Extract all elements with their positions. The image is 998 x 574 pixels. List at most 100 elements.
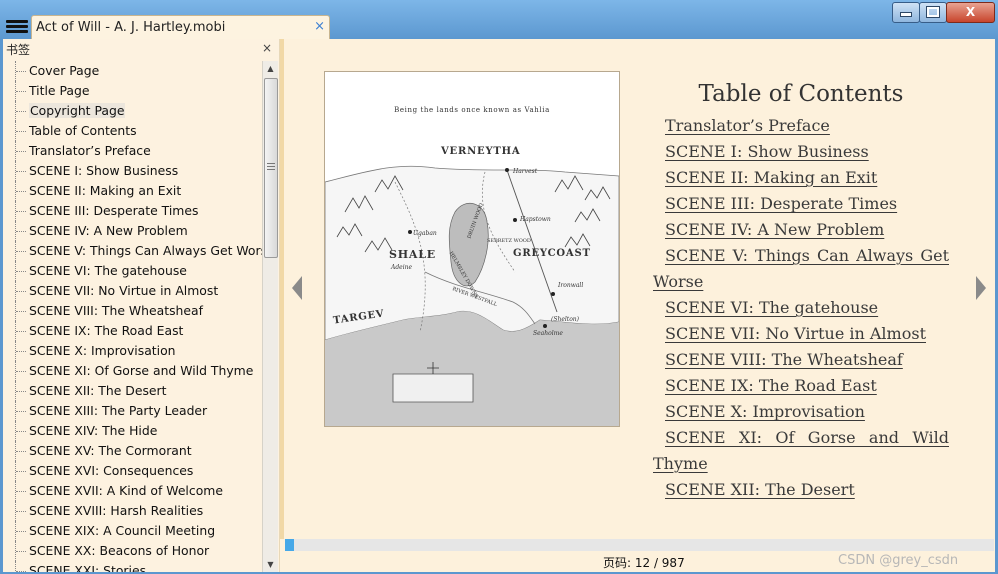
close-button[interactable]: X — [946, 2, 995, 23]
map-place-sebretz-wood: SEBRETZ WOOD — [487, 238, 531, 244]
bookmark-label: SCENE XVII: A Kind of Welcome — [29, 483, 223, 498]
map-label-greycoast: GREYCOAST — [513, 248, 591, 259]
map-place-ugaban: Ugaban — [413, 230, 437, 237]
bookmark-item[interactable]: SCENE III: Desperate Times — [9, 201, 263, 221]
bookmark-label: SCENE III: Desperate Times — [29, 203, 199, 218]
toc-link[interactable]: SCENE IV: A New Problem — [653, 217, 949, 243]
close-icon: X — [965, 5, 976, 19]
bookmark-item[interactable]: SCENE XIX: A Council Meeting — [9, 521, 263, 541]
bookmarks-close-icon[interactable]: × — [262, 41, 272, 55]
bookmark-label: SCENE X: Improvisation — [29, 343, 176, 358]
bookmark-label: SCENE VI: The gatehouse — [29, 263, 187, 278]
bookmark-item[interactable]: SCENE XI: Of Gorse and Wild Thyme — [9, 361, 263, 381]
minimize-button[interactable] — [892, 2, 920, 23]
toc-link[interactable]: SCENE X: Improvisation — [653, 399, 949, 425]
toc-link[interactable]: SCENE III: Desperate Times — [653, 191, 949, 217]
bookmark-label: SCENE VIII: The Wheatsheaf — [29, 303, 203, 318]
toc-link[interactable]: SCENE IX: The Road East — [653, 373, 949, 399]
client-area: 书签 × Cover Page Title Page Copyright Page T… — [3, 39, 995, 572]
bookmark-item[interactable]: Translator’s Preface — [9, 141, 263, 161]
bookmark-item[interactable]: SCENE I: Show Business — [9, 161, 263, 181]
bookmark-item[interactable]: Table of Contents — [9, 121, 263, 141]
bookmark-label: Table of Contents — [29, 123, 137, 138]
scroll-up-icon[interactable]: ▲ — [263, 61, 278, 76]
bookmark-label: SCENE I: Show Business — [29, 163, 179, 178]
bookmark-item[interactable]: SCENE XVII: A Kind of Welcome — [9, 481, 263, 501]
tab-close-icon[interactable]: × — [314, 19, 325, 34]
bookmark-item[interactable]: SCENE XVI: Consequences — [9, 461, 263, 481]
toc-link[interactable]: SCENE XI: Of Gorse and Wild Thyme — [653, 425, 949, 477]
maximize-icon — [926, 6, 940, 18]
next-page-icon[interactable] — [974, 274, 988, 302]
map-place-harvest: Harvest — [513, 168, 538, 175]
page-title: Table of Contents — [698, 81, 904, 107]
bookmark-label: SCENE XIX: A Council Meeting — [29, 523, 216, 538]
bookmark-item[interactable]: SCENE IX: The Road East — [9, 321, 263, 341]
scroll-thumb[interactable] — [264, 78, 278, 258]
bookmark-item[interactable]: SCENE VIII: The Wheatsheaf — [9, 301, 263, 321]
map-place-adeine: Adeine — [391, 264, 413, 271]
title-bar: Act of Will - A. J. Hartley.mobi × X — [0, 0, 998, 40]
previous-page-icon[interactable] — [290, 274, 304, 302]
bookmark-label: SCENE IX: The Road East — [29, 323, 184, 338]
map-place-ironwall: Ironwall — [558, 282, 584, 289]
bookmark-scrollbar[interactable]: ▲ ▼ — [262, 61, 278, 572]
toc-link[interactable]: Translator’s Preface — [653, 113, 949, 139]
progress-fill — [285, 539, 294, 551]
bookmark-item[interactable]: Cover Page — [9, 61, 263, 81]
bookmark-label: Translator’s Preface — [29, 143, 151, 158]
bookmark-item[interactable]: SCENE XXI: Stories — [9, 561, 263, 572]
page-indicator: 页码: 12 / 987 — [603, 556, 685, 570]
bookmark-label: SCENE XIV: The Hide — [29, 423, 158, 438]
bookmark-label: Title Page — [29, 83, 90, 98]
bookmark-item[interactable]: SCENE XII: The Desert — [9, 381, 263, 401]
bookmark-label: SCENE XVIII: Harsh Realities — [29, 503, 204, 518]
bookmark-label: SCENE XVI: Consequences — [29, 463, 194, 478]
bookmark-item[interactable]: SCENE IV: A New Problem — [9, 221, 263, 241]
toc-link[interactable]: SCENE VII: No Virtue in Almost — [653, 321, 949, 347]
bookmark-item[interactable]: SCENE XVIII: Harsh Realities — [9, 501, 263, 521]
bookmark-label: SCENE XII: The Desert — [29, 383, 167, 398]
document-tab[interactable]: Act of Will - A. J. Hartley.mobi × — [31, 15, 330, 40]
bookmark-label: SCENE XV: The Cormorant — [29, 443, 192, 458]
map-illustration: Being the lands once known as Vahlia VER… — [324, 71, 620, 427]
status-bar: 页码: 12 / 987 CSDN @grey_csdn — [284, 553, 995, 572]
maximize-button[interactable] — [919, 2, 947, 23]
toc-link[interactable]: SCENE I: Show Business — [653, 139, 949, 165]
bookmark-item[interactable]: SCENE XIV: The Hide — [9, 421, 263, 441]
map-place-shelton: (Shelton) — [551, 316, 580, 323]
bookmark-label: Copyright Page — [29, 103, 126, 118]
bookmark-label: SCENE IV: A New Problem — [29, 223, 188, 238]
toc-link[interactable]: SCENE XII: The Desert — [653, 477, 949, 503]
bookmark-item[interactable]: SCENE X: Improvisation — [9, 341, 263, 361]
reading-progress-bar[interactable] — [285, 539, 994, 551]
toc-link[interactable]: SCENE V: Things Can Always Get Worse — [653, 243, 949, 295]
toc-link[interactable]: SCENE II: Making an Exit — [653, 165, 949, 191]
bookmark-label: SCENE XXI: Stories — [29, 563, 147, 572]
bookmark-label: Cover Page — [29, 63, 100, 78]
bookmark-item[interactable]: SCENE XX: Beacons of Honor — [9, 541, 263, 561]
bookmark-item[interactable]: SCENE XV: The Cormorant — [9, 441, 263, 461]
app-window: Act of Will - A. J. Hartley.mobi × X 书签 … — [0, 0, 998, 574]
bookmarks-panel: 书签 × Cover Page Title Page Copyright Page T… — [3, 39, 280, 572]
bookmark-label: SCENE XIII: The Party Leader — [29, 403, 208, 418]
map-place-seaholme: Seaholme — [533, 330, 563, 337]
bookmark-item[interactable]: SCENE V: Things Can Always Get Worse — [9, 241, 263, 261]
bookmark-item[interactable]: SCENE II: Making an Exit — [9, 181, 263, 201]
bookmark-item[interactable]: Title Page — [9, 81, 263, 101]
map-place-hapstown: Hapstown — [520, 216, 551, 223]
bookmark-item[interactable]: SCENE XIII: The Party Leader — [9, 401, 263, 421]
bookmark-label: SCENE II: Making an Exit — [29, 183, 182, 198]
menu-icon[interactable] — [6, 18, 28, 38]
toc-link[interactable]: SCENE VI: The gatehouse — [653, 295, 949, 321]
bookmark-item[interactable]: SCENE VI: The gatehouse — [9, 261, 263, 281]
bookmark-item[interactable]: Copyright Page — [9, 101, 263, 121]
tab-title: Act of Will - A. J. Hartley.mobi — [36, 20, 226, 35]
map-label-verneytha: VERNEYTHA — [441, 146, 521, 157]
bookmark-label: SCENE V: Things Can Always Get Worse — [29, 243, 263, 258]
bookmark-label: SCENE XI: Of Gorse and Wild Thyme — [29, 363, 254, 378]
toc-link[interactable]: SCENE VIII: The Wheatsheaf — [653, 347, 949, 373]
map-label-shale: SHALE — [389, 248, 436, 261]
bookmark-item[interactable]: SCENE VII: No Virtue in Almost — [9, 281, 263, 301]
scroll-down-icon[interactable]: ▼ — [263, 557, 278, 572]
